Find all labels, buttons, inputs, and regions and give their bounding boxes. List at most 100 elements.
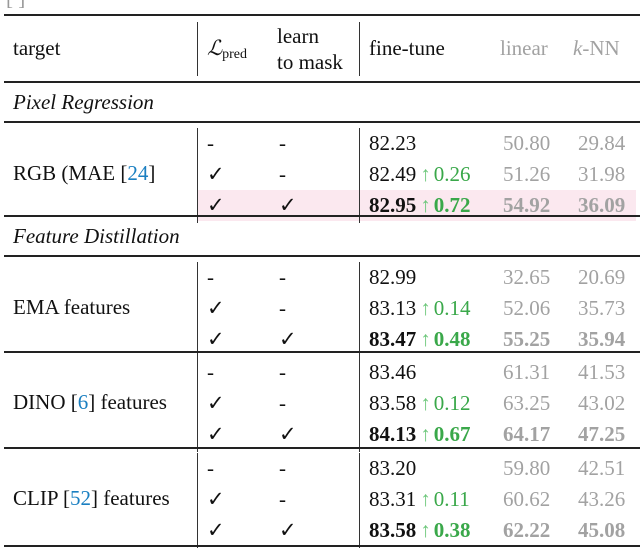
up-arrow-icon: ↑ bbox=[420, 193, 431, 217]
learn-to-mask-cell: - bbox=[279, 265, 286, 289]
knn-cell: 42.51 bbox=[578, 456, 626, 480]
column-divider-1 bbox=[197, 128, 199, 223]
header-divider-2 bbox=[359, 22, 361, 76]
finetune-cell: 83.20 bbox=[369, 456, 416, 480]
knn-cell: 47.25 bbox=[578, 422, 626, 446]
learn-to-mask-cell: ✓ bbox=[279, 193, 297, 217]
finetune-cell: 83.47 ↑ 0.48 bbox=[369, 327, 471, 351]
gain-value: 0.48 bbox=[433, 327, 471, 351]
header-learn-line1: learn bbox=[277, 24, 319, 48]
linear-cell: 63.25 bbox=[503, 391, 551, 415]
knn-rest: -NN bbox=[582, 36, 620, 60]
knn-cell: 35.73 bbox=[578, 296, 626, 320]
up-arrow-icon: ↑ bbox=[420, 487, 431, 511]
lpred-cell: ✓ bbox=[207, 296, 225, 320]
lpred-cell: ✓ bbox=[207, 422, 225, 446]
knn-cell: 41.53 bbox=[578, 360, 626, 384]
learn-to-mask-cell: ✓ bbox=[279, 518, 297, 542]
header-knn: k-NN bbox=[573, 36, 620, 60]
linear-cell: 55.25 bbox=[503, 327, 551, 351]
finetune-cell: 83.58 ↑ 0.12 bbox=[369, 391, 471, 415]
learn-to-mask-cell: - bbox=[279, 360, 286, 384]
header-lpred: ℒpred bbox=[207, 36, 247, 67]
learn-to-mask-cell: - bbox=[279, 391, 286, 415]
finetune-cell: 82.99 bbox=[369, 265, 416, 289]
finetune-cell: 83.58 ↑ 0.38 bbox=[369, 518, 471, 542]
learn-to-mask-cell: - bbox=[279, 131, 286, 155]
citation-link: 52 bbox=[69, 486, 91, 510]
up-arrow-icon: ↑ bbox=[420, 162, 431, 186]
column-divider-1 bbox=[197, 262, 199, 357]
target-name: CLIP [ bbox=[13, 486, 70, 510]
knn-cell: 45.08 bbox=[578, 518, 626, 542]
section-rule bbox=[4, 121, 640, 123]
group-rule bbox=[4, 447, 640, 449]
citation-link: 6 bbox=[77, 390, 89, 414]
knn-cell: 36.09 bbox=[578, 193, 626, 217]
learn-to-mask-cell: - bbox=[279, 162, 286, 186]
finetune-value: 82.99 bbox=[369, 265, 417, 289]
finetune-cell: 82.49 ↑ 0.26 bbox=[369, 162, 471, 186]
lpred-cell: ✓ bbox=[207, 162, 225, 186]
finetune-value: 83.13 bbox=[369, 296, 417, 320]
finetune-value: 83.58 bbox=[369, 391, 417, 415]
finetune-value: 83.20 bbox=[369, 456, 417, 480]
lpred-cell: ✓ bbox=[207, 487, 225, 511]
knn-cell: 43.02 bbox=[578, 391, 626, 415]
finetune-value: 83.46 bbox=[369, 360, 417, 384]
lpred-subscript: pred bbox=[222, 47, 248, 62]
learn-to-mask-cell: ✓ bbox=[279, 327, 297, 351]
knn-k: k bbox=[573, 36, 583, 60]
knn-cell: 20.69 bbox=[578, 265, 626, 289]
header-rule bbox=[4, 81, 640, 83]
knn-cell: 29.84 bbox=[578, 131, 626, 155]
up-arrow-icon: ↑ bbox=[420, 296, 431, 320]
group-rule bbox=[4, 351, 640, 353]
column-divider-2 bbox=[359, 453, 361, 548]
column-divider-2 bbox=[359, 128, 361, 223]
column-divider-2 bbox=[359, 357, 361, 452]
linear-cell: 60.62 bbox=[503, 487, 551, 511]
gain-value: 0.67 bbox=[433, 422, 471, 446]
learn-to-mask-cell: - bbox=[279, 456, 286, 480]
column-divider-1 bbox=[197, 453, 199, 548]
up-arrow-icon: ↑ bbox=[420, 422, 431, 446]
column-divider-2 bbox=[359, 262, 361, 357]
linear-cell: 50.80 bbox=[503, 131, 551, 155]
citation-link: 24 bbox=[127, 161, 149, 185]
lpred-cell: ✓ bbox=[207, 518, 225, 542]
learn-to-mask-cell: - bbox=[279, 296, 286, 320]
linear-cell: 52.06 bbox=[503, 296, 551, 320]
header-finetune: fine-tune bbox=[369, 36, 445, 60]
finetune-value: 82.49 bbox=[369, 162, 417, 186]
lpred-cell: - bbox=[207, 131, 214, 155]
header-learn-line2: to mask bbox=[277, 50, 343, 74]
finetune-cell: 83.31 ↑ 0.11 bbox=[369, 487, 470, 511]
linear-cell: 64.17 bbox=[503, 422, 551, 446]
top-rule bbox=[4, 14, 640, 16]
group-rule bbox=[4, 215, 640, 217]
section-title: Feature Distillation bbox=[13, 224, 180, 248]
linear-cell: 51.26 bbox=[503, 162, 551, 186]
knn-cell: 35.94 bbox=[578, 327, 626, 351]
gain-value: 0.12 bbox=[433, 391, 471, 415]
up-arrow-icon: ↑ bbox=[420, 327, 431, 351]
header-linear: linear bbox=[500, 36, 548, 60]
learn-to-mask-cell: ✓ bbox=[279, 422, 297, 446]
linear-cell: 32.65 bbox=[503, 265, 551, 289]
header-divider-1 bbox=[197, 22, 199, 76]
caption-fragment: [ ] bbox=[6, 0, 25, 11]
target-name: RGB (MAE [ bbox=[13, 161, 128, 185]
target-name-suffix: ] bbox=[148, 161, 156, 185]
column-divider-1 bbox=[197, 357, 199, 452]
up-arrow-icon: ↑ bbox=[420, 518, 431, 542]
finetune-value: 82.23 bbox=[369, 131, 417, 155]
lpred-symbol: ℒ bbox=[207, 36, 223, 60]
gain-value: 0.72 bbox=[433, 193, 471, 217]
target-label: EMA features bbox=[13, 295, 130, 319]
target-label: RGB (MAE [24] bbox=[13, 161, 155, 185]
learn-to-mask-cell: - bbox=[279, 487, 286, 511]
gain-value: 0.38 bbox=[433, 518, 471, 542]
header-target: target bbox=[13, 36, 61, 60]
finetune-value: 82.95 bbox=[369, 193, 417, 217]
